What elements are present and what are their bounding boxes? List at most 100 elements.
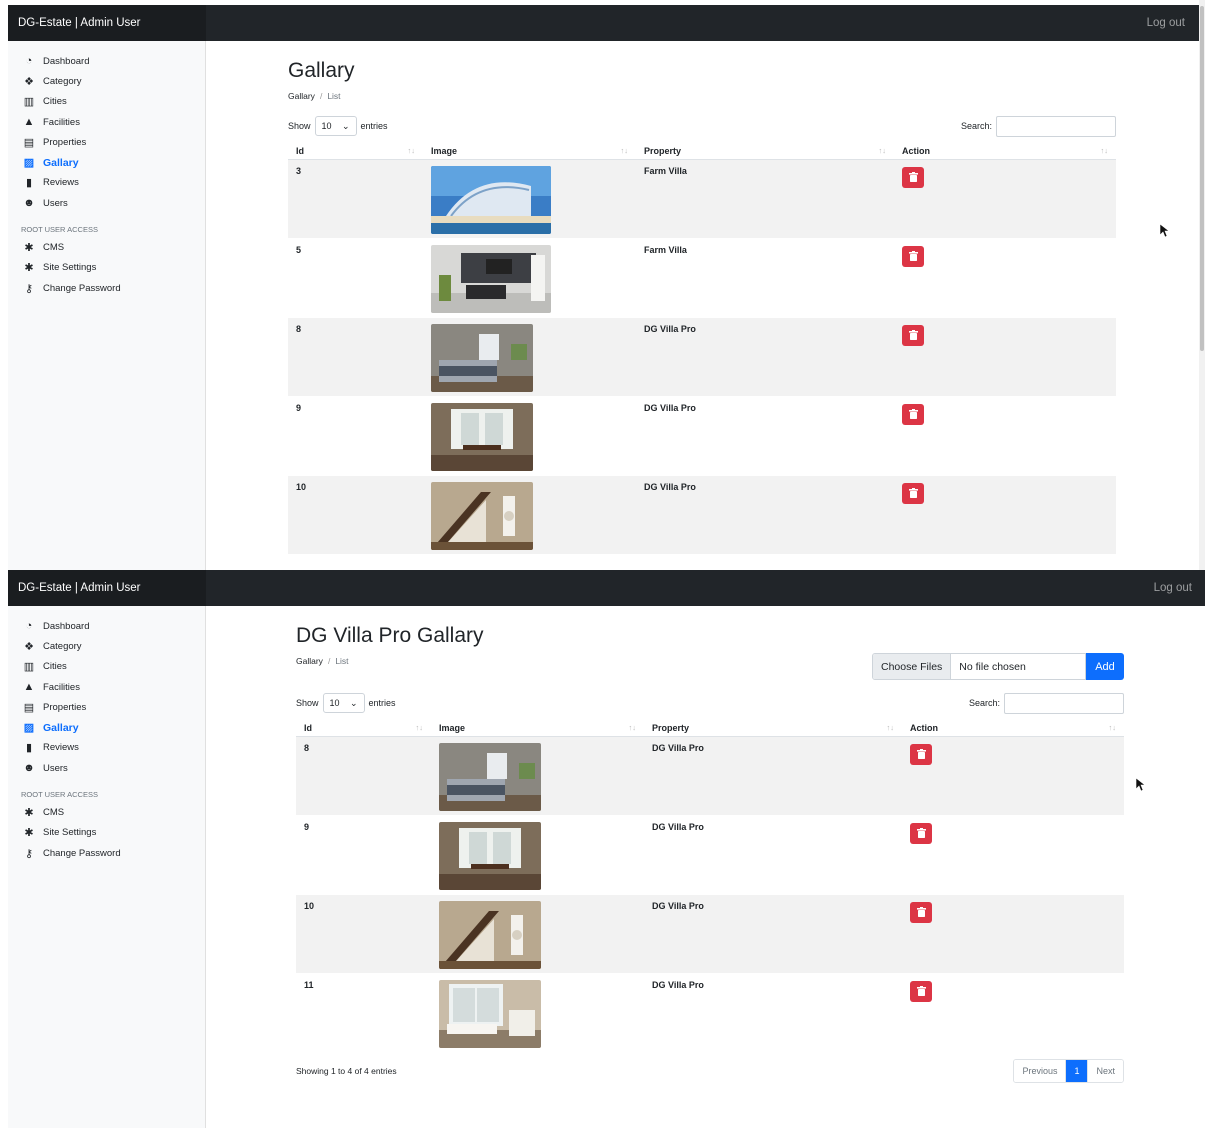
- sidebar-item-category[interactable]: ❖ Category: [8, 71, 205, 91]
- scrollbar-thumb[interactable]: [1200, 6, 1204, 351]
- sidebar-item-reviews[interactable]: ▮ Reviews: [8, 738, 205, 758]
- top-navbar: DG-Estate | Admin User Log out: [8, 5, 1199, 41]
- sidebar-item-users[interactable]: ☻ Users: [8, 193, 205, 213]
- trash-icon: [908, 330, 918, 340]
- cell-id: 11: [296, 973, 431, 1053]
- bathroom-photo: [439, 979, 541, 1048]
- sidebar-item-label: CMS: [43, 807, 65, 819]
- search-input[interactable]: [996, 115, 1116, 137]
- delete-button[interactable]: [902, 403, 924, 425]
- cell-property: DG Villa Pro: [644, 736, 902, 816]
- sidebar-item-facilities[interactable]: ▲ Facilities: [8, 112, 205, 132]
- breadcrumb-link[interactable]: Gallary: [296, 656, 323, 666]
- delete-button[interactable]: [910, 822, 932, 844]
- add-button[interactable]: Add: [1086, 653, 1124, 680]
- sidebar-item-site-settings[interactable]: ✱ Site Settings: [8, 258, 205, 278]
- top-navbar: DG-Estate | Admin User Log out: [8, 570, 1205, 606]
- sidebar-item-site-settings[interactable]: ✱ Site Settings: [8, 823, 205, 843]
- gear-icon: ✱: [24, 807, 34, 820]
- sidebar-item-facilities[interactable]: ▲ Facilities: [8, 677, 205, 697]
- sidebar-item-dashboard[interactable]: ◔ Dashboard: [8, 51, 205, 71]
- sidebar-item-cities[interactable]: ▥ Cities: [8, 92, 205, 112]
- column-header-action[interactable]: Action ↑↓: [902, 720, 1124, 737]
- breadcrumb-link[interactable]: Gallary: [288, 91, 315, 101]
- delete-button[interactable]: [910, 743, 932, 765]
- logout-link[interactable]: Log out: [1154, 582, 1205, 594]
- trash-icon: [916, 907, 926, 917]
- sidebar-item-dashboard[interactable]: ◔ Dashboard: [8, 616, 205, 636]
- cubes-icon: ❖: [24, 75, 34, 88]
- entries-select-value: 10: [329, 698, 340, 708]
- search-input[interactable]: [1004, 692, 1124, 714]
- cell-property: DG Villa Pro: [644, 894, 902, 974]
- column-header-image[interactable]: Image ↑↓: [431, 720, 644, 737]
- delete-button[interactable]: [902, 166, 924, 188]
- image-icon: ▨: [23, 722, 35, 735]
- sidebar-item-label: Properties: [43, 701, 87, 713]
- show-label: Show: [296, 698, 319, 708]
- choose-files-button[interactable]: Choose Files: [873, 654, 952, 679]
- delete-button[interactable]: [910, 980, 932, 1002]
- logout-link[interactable]: Log out: [1147, 17, 1199, 29]
- column-header-id[interactable]: Id ↑↓: [288, 143, 423, 160]
- chevron-down-icon: ⌄: [341, 120, 350, 131]
- sidebar-item-label: Change Password: [43, 847, 121, 859]
- breadcrumb-separator: /: [319, 91, 323, 101]
- sidebar-item-label: Gallary: [43, 156, 79, 169]
- delete-button[interactable]: [902, 245, 924, 267]
- delete-button[interactable]: [902, 324, 924, 346]
- sidebar-item-change-password[interactable]: ⚷ Change Password: [8, 843, 205, 863]
- entries-select[interactable]: 10 ⌄: [314, 116, 357, 136]
- cell-property: Farm Villa: [636, 238, 894, 318]
- cell-property: DG Villa Pro: [636, 475, 894, 555]
- sidebar-item-properties[interactable]: ▤ Properties: [8, 697, 205, 717]
- sidebar-item-users[interactable]: ☻ Users: [8, 758, 205, 778]
- page-scrollbar[interactable]: [1199, 0, 1205, 570]
- cell-id: 8: [288, 317, 423, 397]
- shapes-icon: ▲: [23, 681, 35, 694]
- brand[interactable]: DG-Estate | Admin User: [8, 5, 206, 41]
- comment-icon: ▮: [25, 742, 33, 755]
- mouse-cursor-icon: [1136, 778, 1146, 792]
- cell-property: DG Villa Pro: [636, 396, 894, 476]
- sidebar-item-label: Dashboard: [43, 620, 90, 632]
- sidebar-item-change-password[interactable]: ⚷ Change Password: [8, 278, 205, 298]
- delete-button[interactable]: [910, 901, 932, 923]
- table-row: 5 Farm Villa: [288, 238, 1116, 318]
- dashboard-icon: ◔: [25, 55, 33, 68]
- table-row: 11 DG Villa Pro: [296, 973, 1124, 1053]
- entries-select[interactable]: 10 ⌄: [322, 693, 365, 713]
- sidebar-item-label: Gallary: [43, 721, 79, 734]
- hotel-photo: [431, 165, 551, 234]
- chevron-down-icon: ⌄: [349, 697, 358, 708]
- city-icon: ▥: [23, 661, 35, 674]
- column-header-id[interactable]: Id ↑↓: [296, 720, 431, 737]
- gallery-table: Id ↑↓ Image ↑↓ Property ↑↓ Action ↑↓ 3 Farm …: [288, 143, 1116, 555]
- entries-label: entries: [368, 698, 396, 708]
- gear-icon: ✱: [24, 262, 34, 275]
- column-header-action[interactable]: Action ↑↓: [894, 143, 1116, 160]
- sidebar-item-properties[interactable]: ▤ Properties: [8, 132, 205, 152]
- sidebar-item-category[interactable]: ❖ Category: [8, 636, 205, 656]
- column-header-image[interactable]: Image ↑↓: [423, 143, 636, 160]
- sidebar-item-gallary[interactable]: ▨ Gallary: [8, 152, 205, 172]
- brand[interactable]: DG-Estate | Admin User: [8, 570, 206, 606]
- pagination-previous[interactable]: Previous: [1014, 1059, 1067, 1082]
- mouse-cursor-icon: [1160, 224, 1170, 238]
- delete-button[interactable]: [902, 482, 924, 504]
- pagination-page-1[interactable]: 1: [1066, 1059, 1088, 1082]
- breadcrumb-current: List: [327, 91, 341, 101]
- sidebar-item-reviews[interactable]: ▮ Reviews: [8, 173, 205, 193]
- breadcrumb-current: List: [335, 656, 349, 666]
- sidebar-item-gallary[interactable]: ▨ Gallary: [8, 717, 205, 737]
- sidebar-item-cities[interactable]: ▥ Cities: [8, 657, 205, 677]
- upload-form: Choose Files No file chosen Add: [872, 653, 1124, 680]
- column-header-property[interactable]: Property ↑↓: [644, 720, 902, 737]
- table-row: 10 DG Villa Pro: [296, 894, 1124, 974]
- sidebar-item-cms[interactable]: ✱ CMS: [8, 802, 205, 822]
- file-input[interactable]: Choose Files No file chosen: [872, 653, 1086, 680]
- sort-icon: ↑↓: [415, 723, 424, 732]
- pagination-next[interactable]: Next: [1087, 1059, 1123, 1082]
- sidebar-item-cms[interactable]: ✱ CMS: [8, 237, 205, 257]
- column-header-property[interactable]: Property ↑↓: [636, 143, 894, 160]
